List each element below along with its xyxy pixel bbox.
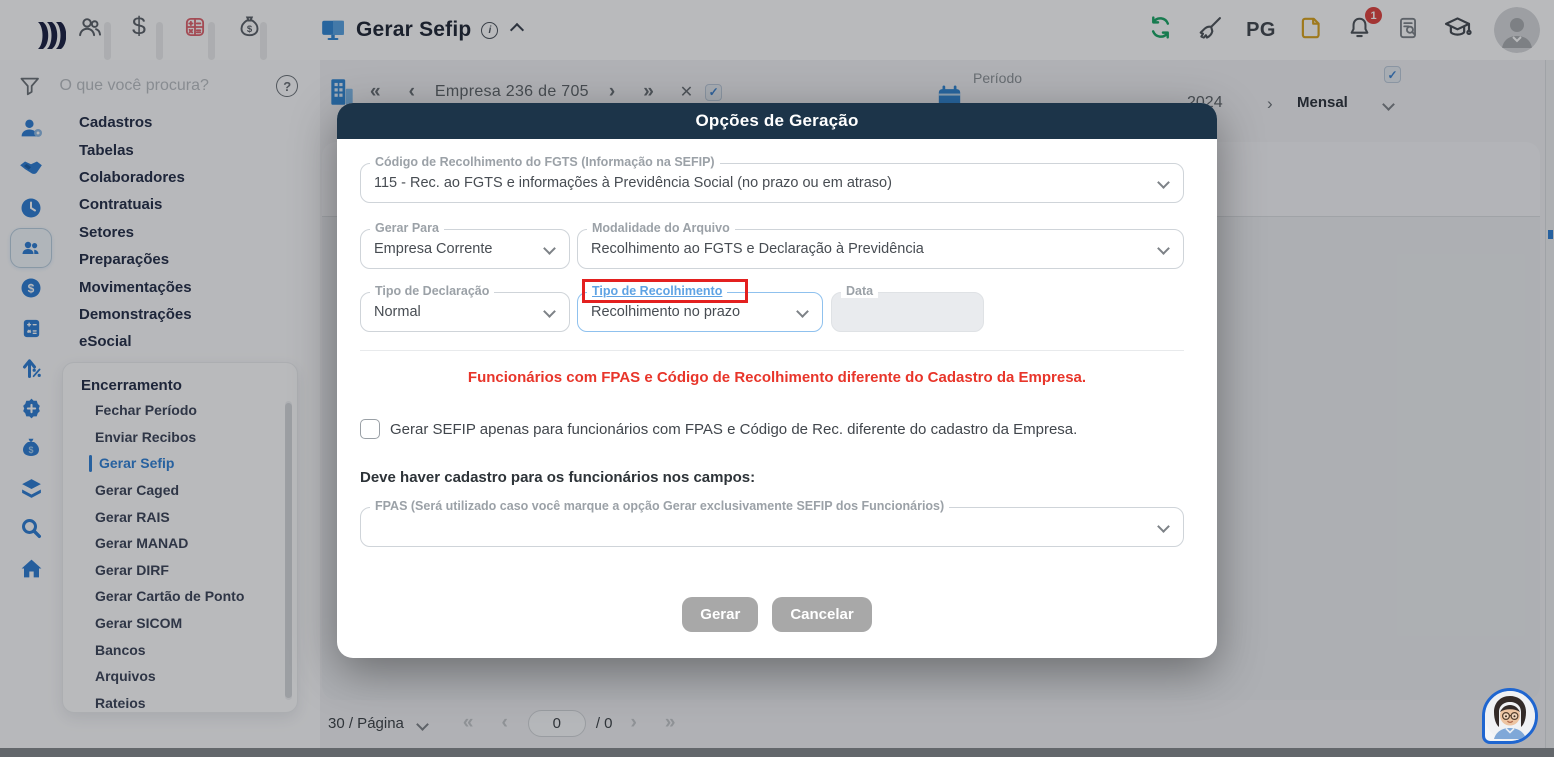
tipo-recolhimento-select[interactable]: Tipo de Recolhimento Recolhimento no pra…	[577, 284, 823, 332]
chevron-down-icon	[543, 305, 556, 318]
tipo-declaracao-label: Tipo de Declaração	[370, 284, 495, 298]
dialog-actions: Gerar Cancelar	[337, 597, 1217, 632]
fpas-select[interactable]: FPAS (Será utilizado caso você marque a …	[360, 499, 1184, 547]
gerar-para-label: Gerar Para	[370, 221, 444, 235]
tipo-recolhimento-label: Tipo de Recolhimento	[587, 284, 728, 298]
sefip-only-checkbox[interactable]	[360, 419, 380, 439]
modalidade-arquivo-label: Modalidade do Arquivo	[587, 221, 735, 235]
gerar-para-select[interactable]: Gerar Para Empresa Corrente	[360, 221, 570, 269]
fgts-code-label: Código de Recolhimento do FGTS (Informaç…	[370, 155, 720, 169]
fpas-label: FPAS (Será utilizado caso você marque a …	[370, 499, 950, 513]
data-label: Data	[841, 284, 879, 298]
chevron-down-icon	[1157, 242, 1170, 255]
tipo-recolhimento-value: Recolhimento no prazo	[591, 304, 741, 320]
fgts-code-select[interactable]: Código de Recolhimento do FGTS (Informaç…	[360, 155, 1184, 203]
gerar-para-value: Empresa Corrente	[374, 241, 493, 257]
cadastro-note: Deve haver cadastro para os funcionários…	[360, 469, 756, 486]
generation-options-dialog: Opções de Geração Código de Recolhimento…	[337, 103, 1217, 658]
mascot-face	[1485, 691, 1535, 741]
modal-divider	[360, 350, 1184, 351]
cancel-button[interactable]: Cancelar	[772, 597, 872, 632]
tipo-declaracao-value: Normal	[374, 304, 421, 320]
generate-button[interactable]: Gerar	[682, 597, 759, 632]
modalidade-arquivo-select[interactable]: Modalidade do Arquivo Recolhimento ao FG…	[577, 221, 1184, 269]
sefip-only-checkbox-label: Gerar SEFIP apenas para funcionários com…	[390, 421, 1078, 438]
fgts-code-value: 115 - Rec. ao FGTS e informações à Previ…	[374, 175, 892, 191]
chevron-down-icon	[543, 242, 556, 255]
assistant-mascot-button[interactable]	[1482, 688, 1538, 744]
dialog-title: Opções de Geração	[337, 103, 1217, 139]
chevron-down-icon	[796, 305, 809, 318]
app-screen: $ $ Gerar Sefip i PG 1 O que você procur…	[0, 0, 1554, 757]
modalidade-arquivo-value: Recolhimento ao FGTS e Declaração à Prev…	[591, 241, 924, 257]
chevron-down-icon	[1157, 520, 1170, 533]
tipo-declaracao-select[interactable]: Tipo de Declaração Normal	[360, 284, 570, 332]
fpas-warning-text: Funcionários com FPAS e Código de Recolh…	[467, 369, 1087, 386]
data-field-disabled: Data	[831, 284, 984, 332]
chevron-down-icon	[1157, 176, 1170, 189]
